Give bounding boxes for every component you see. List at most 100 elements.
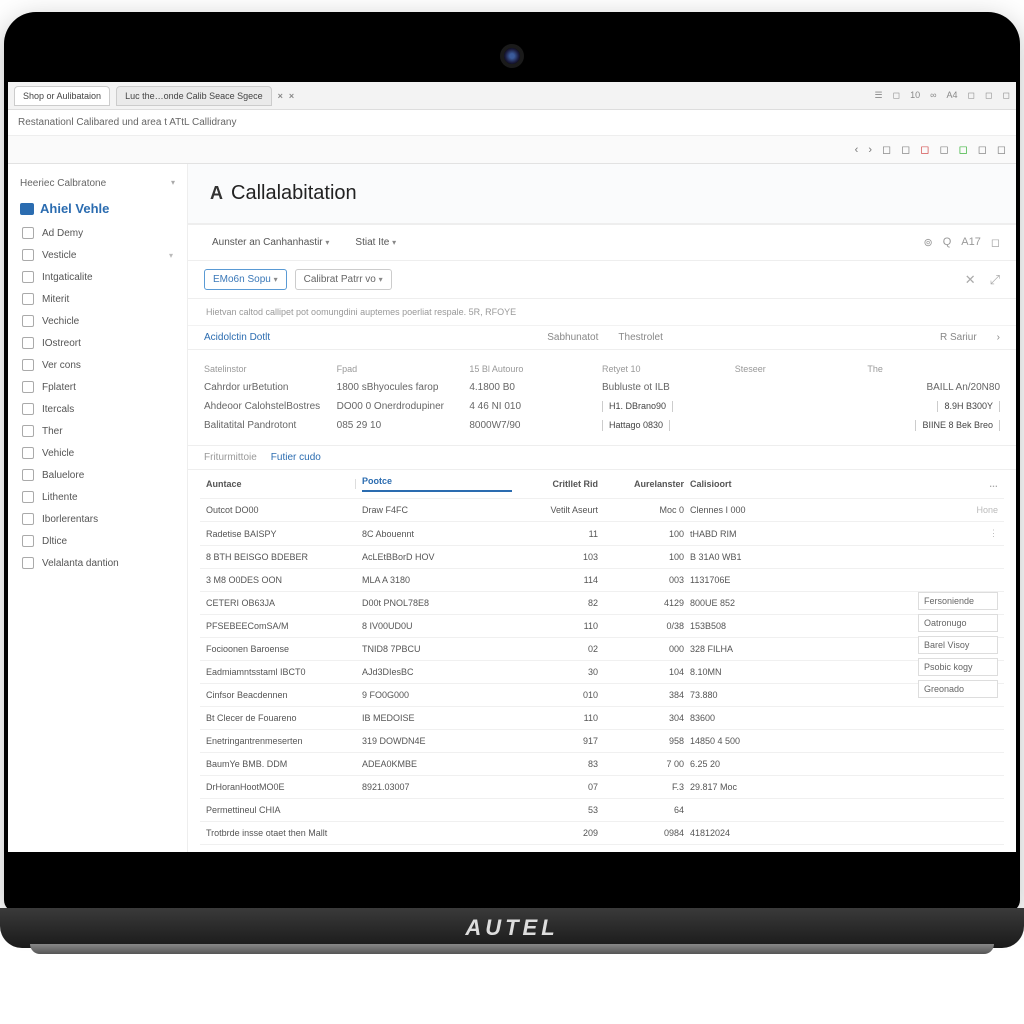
sum-hdr: Steseer <box>735 364 868 374</box>
toolbar-icon[interactable]: A4 <box>947 90 958 101</box>
toolbar-icon[interactable]: ◻ <box>1003 90 1010 101</box>
url-bar[interactable]: Restanationl Calibared und area t ATtL C… <box>8 110 1016 136</box>
sidepane-item[interactable]: Fersoniende <box>918 592 998 610</box>
close-icon[interactable]: ✕ <box>965 272 976 288</box>
minitab-0[interactable]: Friturmittoie <box>204 452 257 463</box>
table-row[interactable]: Focioonen BaroenseTNID8 7PBCU02000328 FI… <box>200 638 1004 661</box>
toolbar-icon[interactable]: ☰ <box>875 90 883 101</box>
nav-forward-icon[interactable]: › <box>868 144 872 156</box>
subtab-label: Stiat Ite <box>355 237 389 248</box>
table-row[interactable]: Cinfsor Beacdennen9 FO0G00001038473.880 <box>200 684 1004 707</box>
value-input[interactable]: H1. DBrano90 <box>602 401 673 412</box>
url-text: Restanationl Calibared und area t ATtL C… <box>18 117 236 128</box>
nav-back-icon[interactable]: ‹ <box>855 144 859 156</box>
sidepane-item[interactable]: Barel Visoy <box>918 636 998 654</box>
col-hdr[interactable]: Pootce <box>362 476 512 492</box>
table-row[interactable]: BaumYe BMB. DDMADEA0KMBE837 006.25 20 <box>200 753 1004 776</box>
section-nav-details[interactable]: Acidolctin Dotlt <box>204 332 270 343</box>
value-input[interactable]: 8.9H B300Y <box>937 401 1000 412</box>
sidebar-item-7[interactable]: Fplatert <box>12 376 183 398</box>
col-hdr[interactable]: Critllet Rid <box>518 479 598 489</box>
browser-tab-1[interactable]: Luc the…onde Calib Seace Sgece <box>116 86 272 106</box>
more-icon[interactable]: ◻ <box>991 236 1000 249</box>
ext-icon[interactable]: ◻ <box>901 143 910 156</box>
subtab-1[interactable]: Stiat Ite ▾ <box>347 233 404 252</box>
sidebar-item-6[interactable]: Ver cons <box>12 354 183 376</box>
section-nav-item[interactable]: Thestrolet <box>618 332 662 343</box>
table-row[interactable]: Bt Clecer de FouarenoIB MEDOISE110304836… <box>200 707 1004 730</box>
sidepane-item[interactable]: Greonado <box>918 680 998 698</box>
minitab-1[interactable]: Futier cudo <box>271 452 321 463</box>
close-icon[interactable]: › <box>997 332 1000 343</box>
table-row[interactable]: Trotbrde insse otaet then Mallt209098441… <box>200 822 1004 845</box>
sidebar-item-13[interactable]: Iborlerentars <box>12 508 183 530</box>
tab-close-icon[interactable]: × <box>278 91 283 101</box>
browser-tab-strip: Shop or Aulibataion Luc the…onde Calib S… <box>8 82 1016 110</box>
toolbar-icon[interactable]: ◻ <box>968 90 975 101</box>
sidebar-item-11[interactable]: Baluelore <box>12 464 183 486</box>
table-row[interactable]: Eadmiamntsstaml IBCT0AJd3DIesBC301048.10… <box>200 661 1004 684</box>
section-nav-item[interactable]: R Sariur <box>940 332 977 343</box>
sidebar-item-0[interactable]: Ad Demy <box>12 222 183 244</box>
filter-row: EMo6n Sopu ▾ Calibrat Patrr vo ▾ ✕ ⤢ <box>188 261 1016 299</box>
webcam <box>504 48 520 64</box>
filter-pill-0[interactable]: EMo6n Sopu ▾ <box>204 269 287 290</box>
sidebar-item-15[interactable]: Velalanta dantion <box>12 552 183 574</box>
section-nav-item[interactable]: Sabhunatot <box>547 332 598 343</box>
filter-label: Calibrat Patrr vo <box>304 274 376 285</box>
expand-icon[interactable]: ⤢ <box>990 272 1000 288</box>
sum-hdr: 15 Bl Autouro <box>469 364 602 374</box>
value-input[interactable]: BIINE 8 Bek Breo <box>915 420 1000 431</box>
nav-icon <box>22 447 34 459</box>
value-input[interactable]: Hattago 0830 <box>602 420 670 431</box>
sidepane-item[interactable]: Oatronugo <box>918 614 998 632</box>
sidebar-item-label: Fplatert <box>42 382 76 393</box>
table-row[interactable]: Permettineul CHIA5364 <box>200 799 1004 822</box>
ext-icon[interactable]: ◻ <box>939 143 948 156</box>
ext-icon[interactable]: ◻ <box>920 143 929 156</box>
sidebar-item-3[interactable]: Miterit <box>12 288 183 310</box>
sidebar-item-14[interactable]: Dltice <box>12 530 183 552</box>
table-row[interactable]: 3 M8 O0DES OONMLA A 31801140031131706E <box>200 569 1004 592</box>
sidebar-item-label: Vesticle <box>42 250 76 261</box>
sub-tabs: Aunster an Canhanhastir ▾ Stiat Ite ▾ ⊚ … <box>188 225 1016 261</box>
sidebar-item-9[interactable]: Ther <box>12 420 183 442</box>
ext-icon[interactable]: ◻ <box>882 143 891 156</box>
table-row[interactable]: Radetise BAISPY8C Abouennt11100tHABD RIM… <box>200 522 1004 546</box>
sidebar-item-1[interactable]: Vesticle▾ <box>12 244 183 266</box>
ext-icon[interactable]: ◻ <box>978 143 987 156</box>
actions-icon[interactable]: ⊚ <box>924 236 933 249</box>
col-hdr[interactable]: Auntace <box>206 479 356 489</box>
col-hdr[interactable]: Aurelanster <box>604 479 684 489</box>
sidebar-brand[interactable]: Ahiel Vehle <box>12 195 183 222</box>
toolbar-icon[interactable]: ∞ <box>930 90 936 101</box>
summary-row: Balitatital Pandrotont085 29 108000W7/90… <box>204 416 1000 435</box>
sidebar-item-4[interactable]: Vechicle <box>12 310 183 332</box>
sidebar-item-8[interactable]: Itercals <box>12 398 183 420</box>
ext-icon[interactable]: ◻ <box>959 143 968 156</box>
tab-close-icon[interactable]: × <box>289 91 294 101</box>
search-icon[interactable]: Q <box>943 236 952 249</box>
browser-tab-0[interactable]: Shop or Aulibataion <box>14 86 110 106</box>
sidebar-item-2[interactable]: Intgaticalite <box>12 266 183 288</box>
table-row[interactable]: Outcot DO00Draw F4FCVetilt AseurtMoc 0Cl… <box>200 499 1004 522</box>
sidebar-item-12[interactable]: Lithente <box>12 486 183 508</box>
sidebar-item-10[interactable]: Vehicle <box>12 442 183 464</box>
table-row[interactable]: DrHoranHootMO0E8921.0300707F.329.817 Moc <box>200 776 1004 799</box>
sidebar-item-5[interactable]: IOstreort <box>12 332 183 354</box>
table-row[interactable]: PFSEBEEComSA/M8 IV00UD0U1100/38153B508 <box>200 615 1004 638</box>
helper-text: Hietvan caltod callipet pot oomungdini a… <box>188 299 1016 326</box>
toolbar-icon[interactable]: ◻ <box>893 90 900 101</box>
toolbar-icon[interactable]: ◻ <box>985 90 992 101</box>
col-hdr[interactable]: Calisioort <box>690 479 800 489</box>
table-row[interactable]: Enetringantrenmeserten319 DOWDN4E9179581… <box>200 730 1004 753</box>
table-row[interactable]: 8 BTH BEISGO BDEBERAcLEtBBorD HOV103100B… <box>200 546 1004 569</box>
subtab-0[interactable]: Aunster an Canhanhastir ▾ <box>204 233 337 252</box>
filter-pill-1[interactable]: Calibrat Patrr vo ▾ <box>295 269 392 290</box>
sidebar-header[interactable]: Heeriec Calbratone ▾ <box>12 172 183 195</box>
col-hdr-more[interactable]: … <box>806 479 998 489</box>
sidepane-item[interactable]: Psobic kogy <box>918 658 998 676</box>
table-row[interactable]: CETERI OB63JAD00t PNOL78E8824129800UE 85… <box>200 592 1004 615</box>
ext-icon[interactable]: ◻ <box>997 143 1006 156</box>
toolbar-icon[interactable]: 10 <box>910 90 920 101</box>
